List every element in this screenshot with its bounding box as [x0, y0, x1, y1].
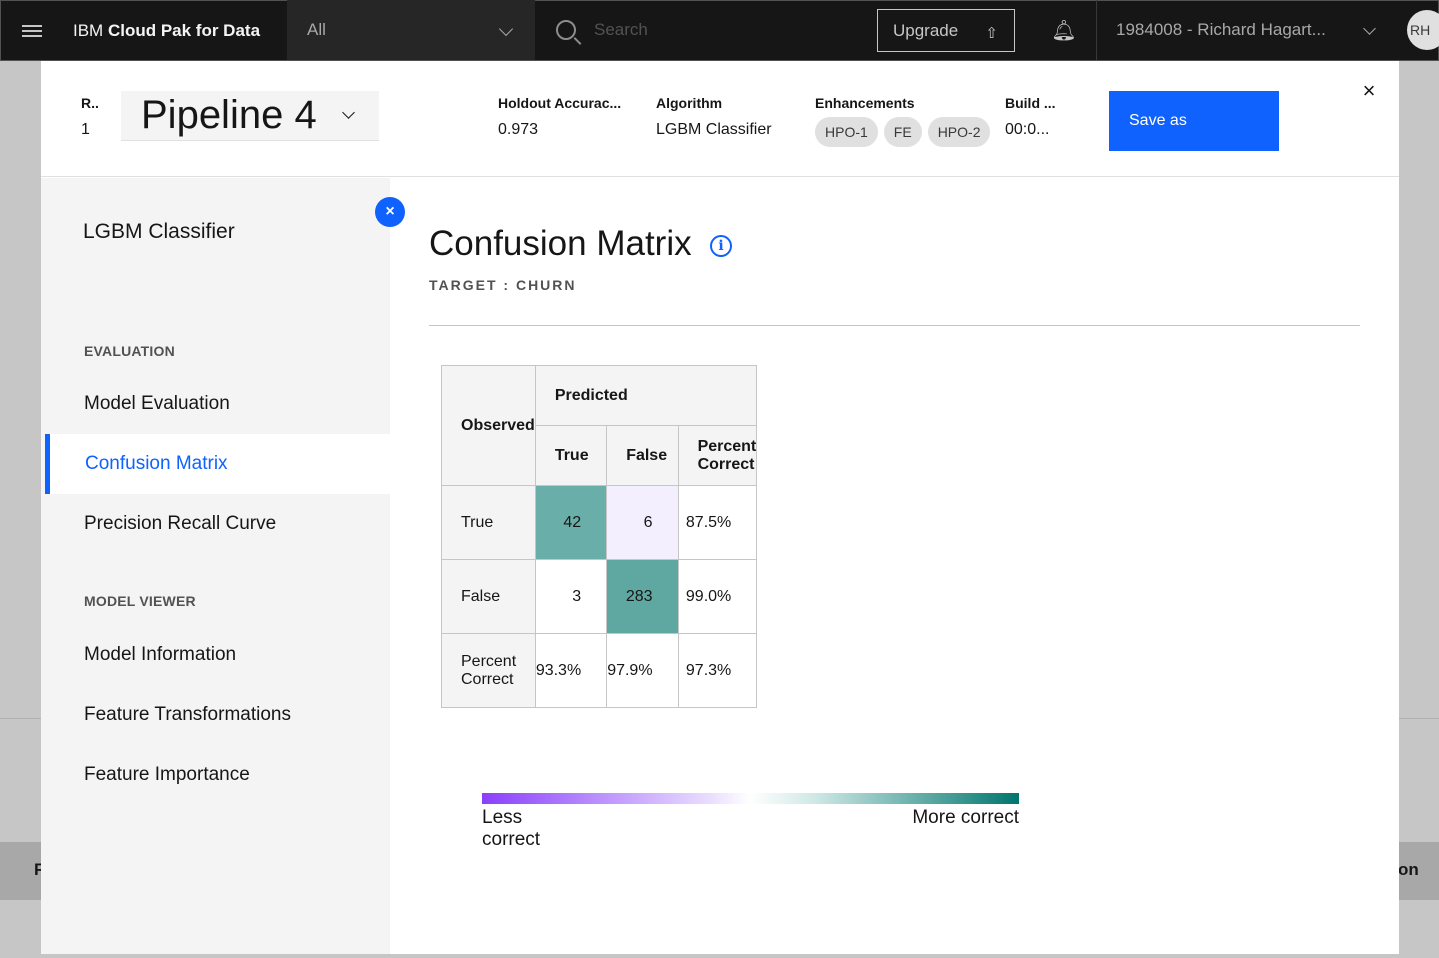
color-scale-legend [482, 793, 1019, 804]
upgrade-label: Upgrade [893, 20, 959, 40]
cell-true-true: 42 [534, 485, 608, 560]
legend-more-correct: More correct [912, 807, 1019, 828]
modal-header: R.. 1 Pipeline 4 Holdout Accurac... 0.97… [41, 61, 1399, 177]
close-icon[interactable]: × [1357, 79, 1381, 103]
rank-value: 1 [81, 121, 90, 138]
metric-value: 00:0... [1005, 121, 1050, 138]
search-icon [556, 20, 576, 40]
menu-icon[interactable] [1, 0, 63, 61]
divider [429, 325, 1360, 326]
upgrade-icon: ⇧ [985, 25, 998, 42]
sidebar-item-feature-transformations[interactable]: Feature Transformations [45, 685, 390, 745]
table-row: True 42 6 87.5% [441, 485, 758, 560]
sidebar-item-confusion-matrix[interactable]: Confusion Matrix [45, 434, 390, 494]
table-row: False 3 283 99.0% [441, 559, 758, 634]
chevron-down-icon [342, 106, 355, 119]
sidebar-title: LGBM Classifier [83, 220, 235, 243]
cell-percent-true: 93.3% [534, 633, 608, 708]
column-header-false: False [606, 425, 679, 486]
chevron-down-icon [1363, 22, 1376, 35]
notification-bell-icon[interactable]: 🔔︎ [1044, 18, 1084, 44]
chevron-down-icon [498, 21, 514, 37]
row-header-percent-correct: Percent Correct [441, 633, 536, 708]
metric-value: LGBM Classifier [656, 121, 772, 138]
account-label: 1984008 - Richard Hagart... [1116, 20, 1326, 39]
sidebar-item-feature-importance[interactable]: Feature Importance [45, 745, 390, 805]
product-name[interactable]: IBM Cloud Pak for Data [63, 21, 287, 41]
legend-less-correct: Less correct [482, 807, 541, 850]
column-header-percent-correct: Percent Correct [677, 425, 758, 486]
metric-label: Build ... [1005, 95, 1056, 111]
table-row: Percent Correct 93.3% 97.9% 97.3% [441, 633, 758, 708]
metric-holdout-accuracy: Holdout Accurac... 0.973 [498, 95, 638, 139]
metric-build-time: Build ... 00:0... [1005, 95, 1075, 139]
cell-false-true: 3 [534, 559, 608, 634]
tag-hpo-2: HPO-2 [927, 117, 991, 147]
info-icon[interactable]: i [710, 235, 732, 257]
upgrade-button[interactable]: Upgrade ⇧ [877, 9, 1015, 52]
page-title: Confusion Matrix [429, 224, 692, 263]
section-label-model-viewer: MODEL VIEWER [84, 593, 196, 609]
sidebar-item-model-evaluation[interactable]: Model Evaluation [45, 374, 390, 434]
background-fragment-right: on [1398, 860, 1419, 879]
pipeline-details-modal: R.. 1 Pipeline 4 Holdout Accurac... 0.97… [41, 61, 1399, 954]
observed-header: Observed [441, 365, 536, 486]
rank-label: R.. [81, 95, 99, 111]
target-label: TARGET : CHURN [429, 277, 577, 293]
section-label-evaluation: EVALUATION [84, 343, 175, 359]
metric-algorithm: Algorithm LGBM Classifier [656, 95, 806, 139]
account-switcher[interactable]: 1984008 - Richard Hagart... [1096, 0, 1400, 60]
metric-value: 0.973 [498, 121, 539, 138]
cell-percent-false: 97.9% [606, 633, 679, 708]
cell-false-false: 283 [606, 559, 679, 634]
metric-enhancements: Enhancements HPO-1 FE HPO-2 [815, 95, 1005, 147]
metric-label: Holdout Accurac... [498, 95, 622, 111]
cell-true-false: 6 [606, 485, 679, 560]
row-header-false: False [441, 559, 536, 634]
tag-hpo-1: HPO-1 [815, 117, 878, 147]
sidebar-item-precision-recall-curve[interactable]: Precision Recall Curve [45, 494, 390, 554]
cell-false-percent: 99.0% [677, 559, 758, 634]
scope-dropdown[interactable]: All [287, 0, 535, 60]
metric-label: Enhancements [815, 95, 915, 111]
scope-value: All [307, 20, 326, 39]
search-placeholder: Search [594, 20, 648, 39]
sidebar: LGBM Classifier EVALUATION Model Evaluat… [41, 178, 390, 954]
sidebar-item-model-information[interactable]: Model Information [45, 625, 390, 685]
predicted-header: Predicted [534, 365, 758, 426]
confusion-matrix-table: Observed Predicted True False Percent Co… [441, 365, 758, 708]
tag-fe: FE [883, 117, 922, 147]
enhancement-tags: HPO-1 FE HPO-2 [815, 117, 1005, 147]
row-header-true: True [441, 485, 536, 560]
cell-percent-overall: 97.3% [677, 633, 758, 708]
metric-label: Algorithm [656, 95, 723, 111]
cell-true-percent: 87.5% [677, 485, 758, 560]
search-field[interactable]: Search [536, 0, 856, 60]
pipeline-dropdown[interactable]: Pipeline 4 [121, 91, 379, 141]
column-header-true: True [534, 425, 608, 486]
collapse-sidebar-button[interactable]: × [375, 197, 405, 227]
avatar[interactable]: RH [1407, 10, 1439, 50]
pipeline-name: Pipeline 4 [141, 93, 317, 137]
save-as-button[interactable]: Save as [1109, 91, 1279, 151]
